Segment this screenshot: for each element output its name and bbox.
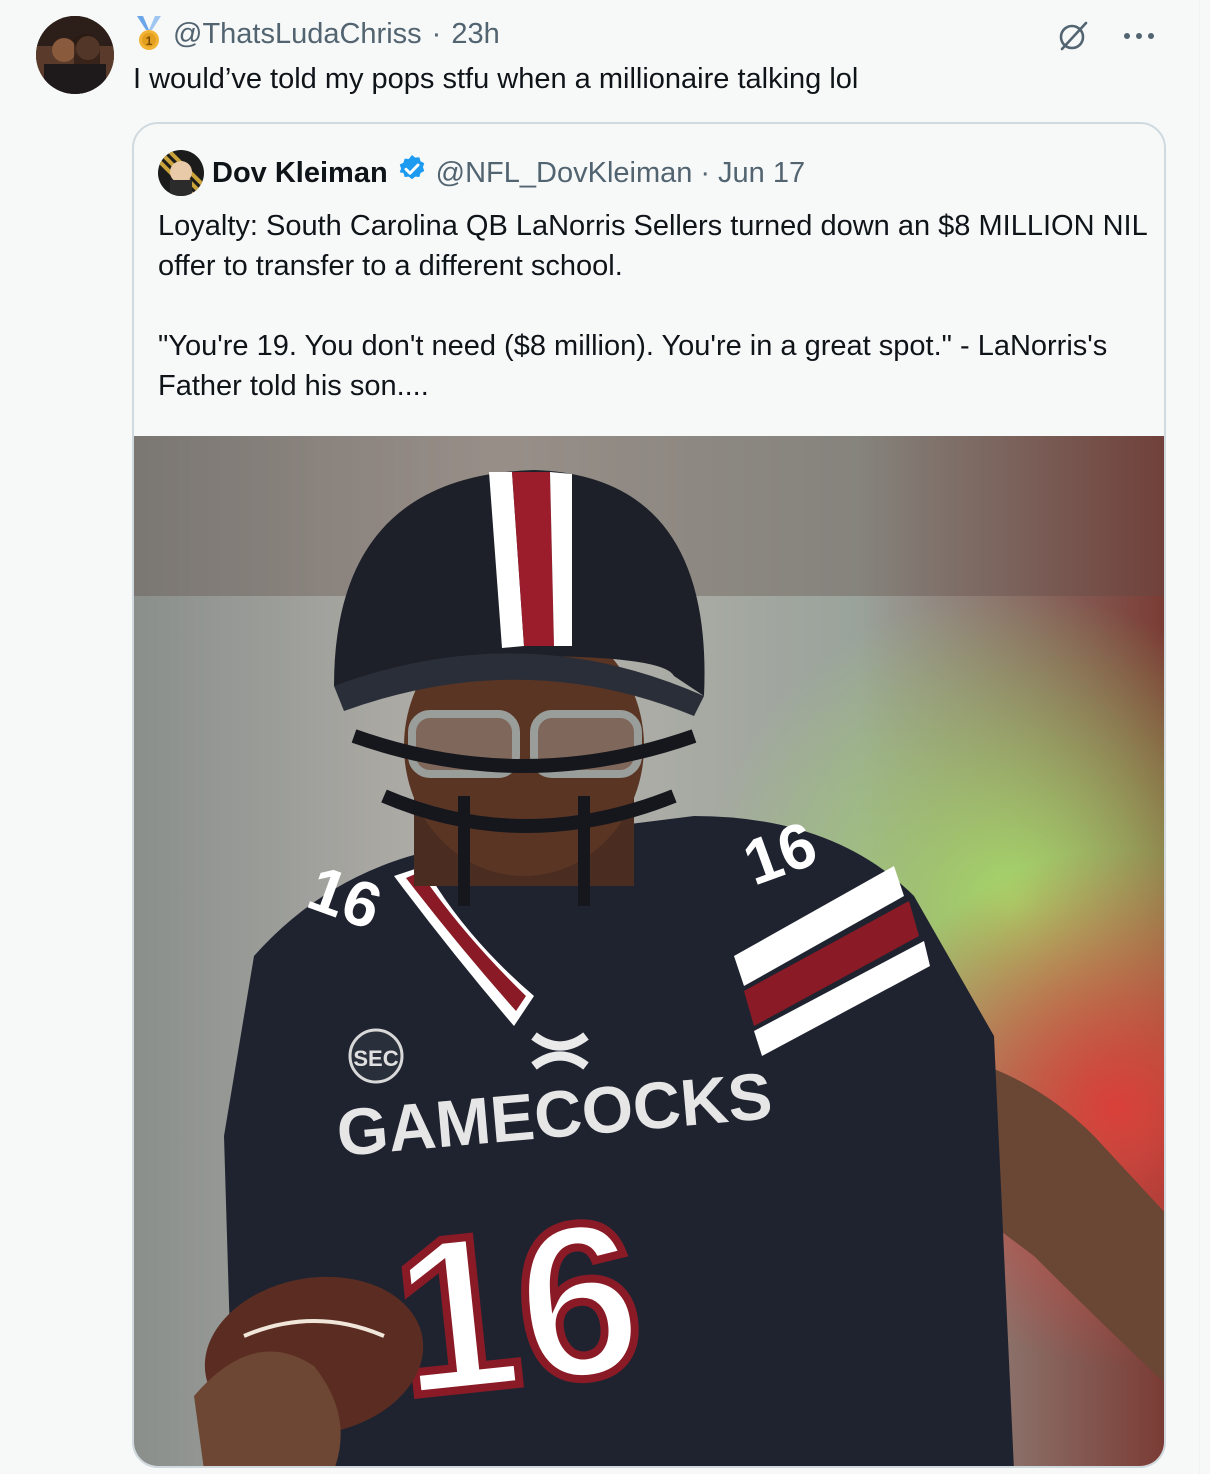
subscriber-badge-icon: 1 [133, 14, 165, 54]
user-handle[interactable]: @ThatsLudaChriss [173, 18, 422, 51]
svg-text:1: 1 [146, 34, 153, 48]
user-avatar[interactable] [36, 16, 114, 94]
more-options-icon[interactable] [1119, 16, 1159, 56]
tweet-card[interactable]: 1 @ThatsLudaChriss · 23h I would’ve told… [0, 0, 1200, 1474]
quoted-tweet-header: Dov Kleiman @NFL_DovKleiman · Jun 17 [158, 150, 805, 196]
grok-icon[interactable] [1053, 16, 1093, 56]
quoted-user-avatar[interactable] [158, 150, 204, 196]
quoted-tweet[interactable]: Dov Kleiman @NFL_DovKleiman · Jun 17 Loy… [132, 122, 1166, 1468]
tweet-time[interactable]: 23h [451, 18, 499, 51]
tweet-header: 1 @ThatsLudaChriss · 23h [133, 14, 500, 54]
tweet-photo[interactable]: 16 16 SEC GAMECOCKS 16 [134, 436, 1164, 1466]
quoted-tweet-text: Loyalty: South Carolina QB LaNorris Sell… [158, 206, 1148, 446]
verified-badge-icon [396, 153, 428, 193]
quoted-user-name[interactable]: Dov Kleiman [212, 157, 388, 190]
tweet-actions-top [1053, 16, 1159, 56]
separator-dot: · [700, 156, 711, 189]
quoted-paragraph-1: Loyalty: South Carolina QB LaNorris Sell… [158, 210, 1147, 282]
quoted-tweet-date[interactable]: Jun 17 [718, 157, 805, 190]
quoted-user-handle[interactable]: @NFL_DovKleiman [436, 157, 693, 190]
jersey-patch-text: SEC [353, 1046, 398, 1071]
quoted-paragraph-2: "You're 19. You don't need ($8 million).… [158, 330, 1108, 402]
tweet-text: I would’ve told my pops stfu when a mill… [133, 63, 859, 95]
jersey-number: 16 [383, 1173, 652, 1443]
separator-dot: · [431, 17, 442, 50]
